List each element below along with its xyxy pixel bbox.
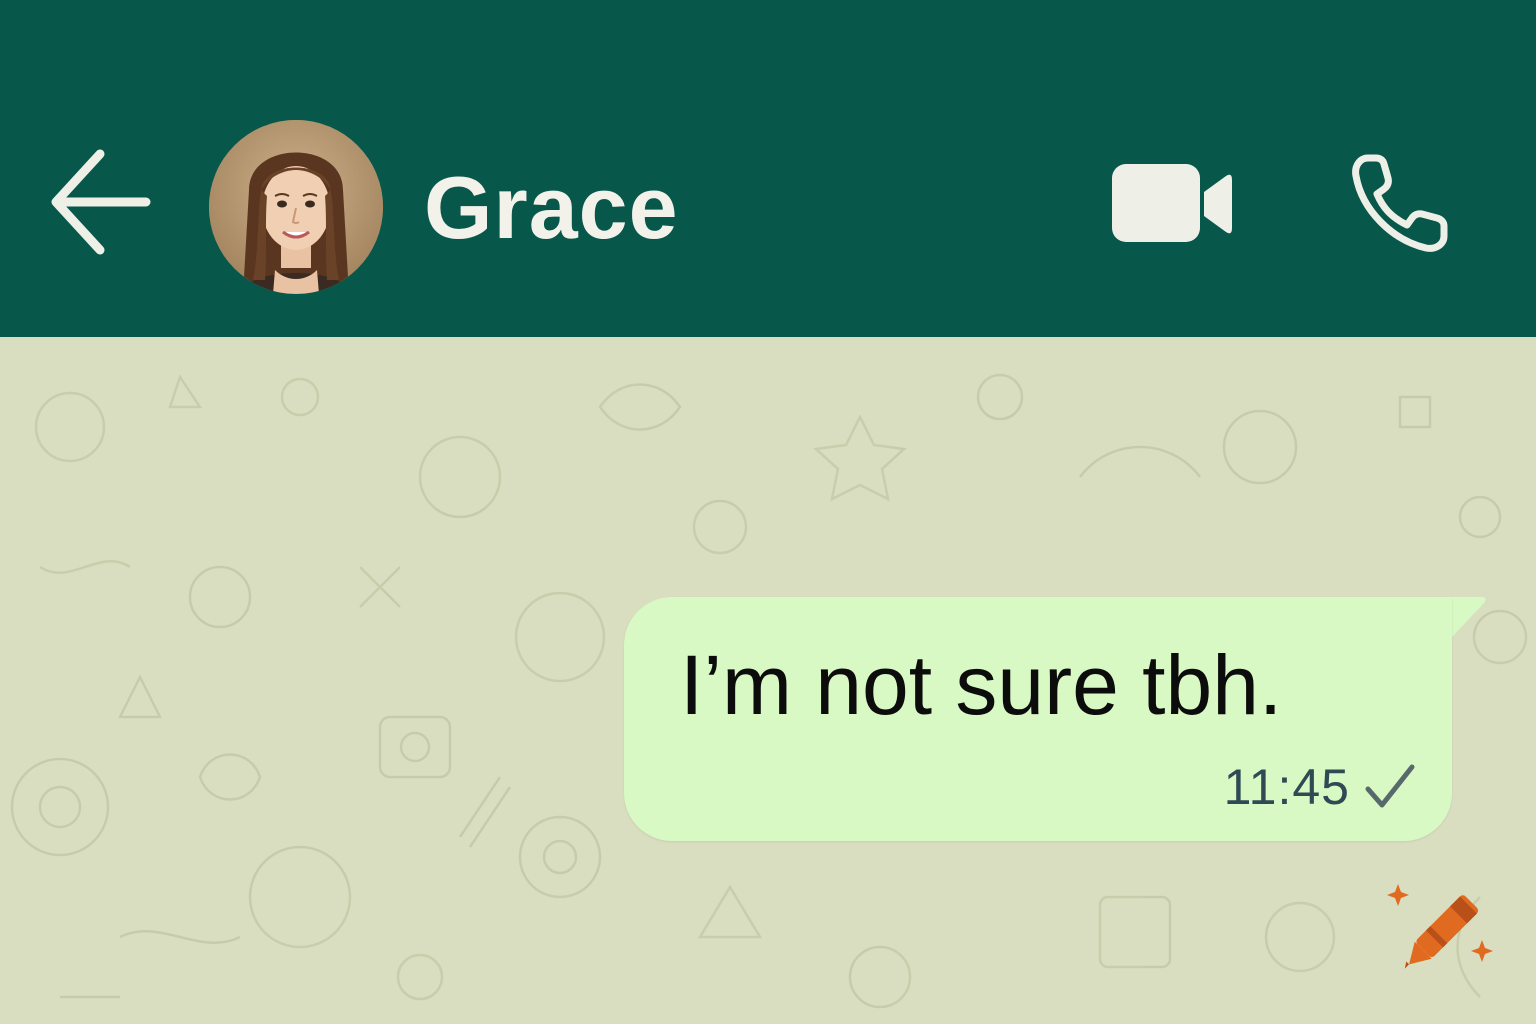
chat-area[interactable]: I’m not sure tbh. 11:45 (0, 337, 1536, 1024)
video-call-button[interactable] (1106, 156, 1238, 252)
avatar-portrait (209, 120, 383, 294)
phone-icon (1352, 154, 1448, 252)
video-camera-icon (1112, 164, 1232, 242)
back-button[interactable] (48, 142, 154, 266)
message-meta: 11:45 (1224, 755, 1416, 819)
message-text: I’m not sure tbh. (680, 638, 1283, 732)
voice-call-button[interactable] (1346, 148, 1456, 258)
crayon-icon (1387, 884, 1493, 969)
message-time: 11:45 (1223, 759, 1350, 815)
arrow-left-icon (51, 149, 151, 255)
avatar[interactable] (209, 120, 383, 294)
outgoing-message-bubble[interactable]: I’m not sure tbh. 11:45 (624, 597, 1452, 841)
single-check-icon (1365, 764, 1415, 808)
chat-screen: Grace I’m not sure tbh. 11:45 (0, 0, 1536, 1024)
chat-header: Grace (0, 0, 1536, 337)
contact-name[interactable]: Grace (424, 160, 679, 256)
